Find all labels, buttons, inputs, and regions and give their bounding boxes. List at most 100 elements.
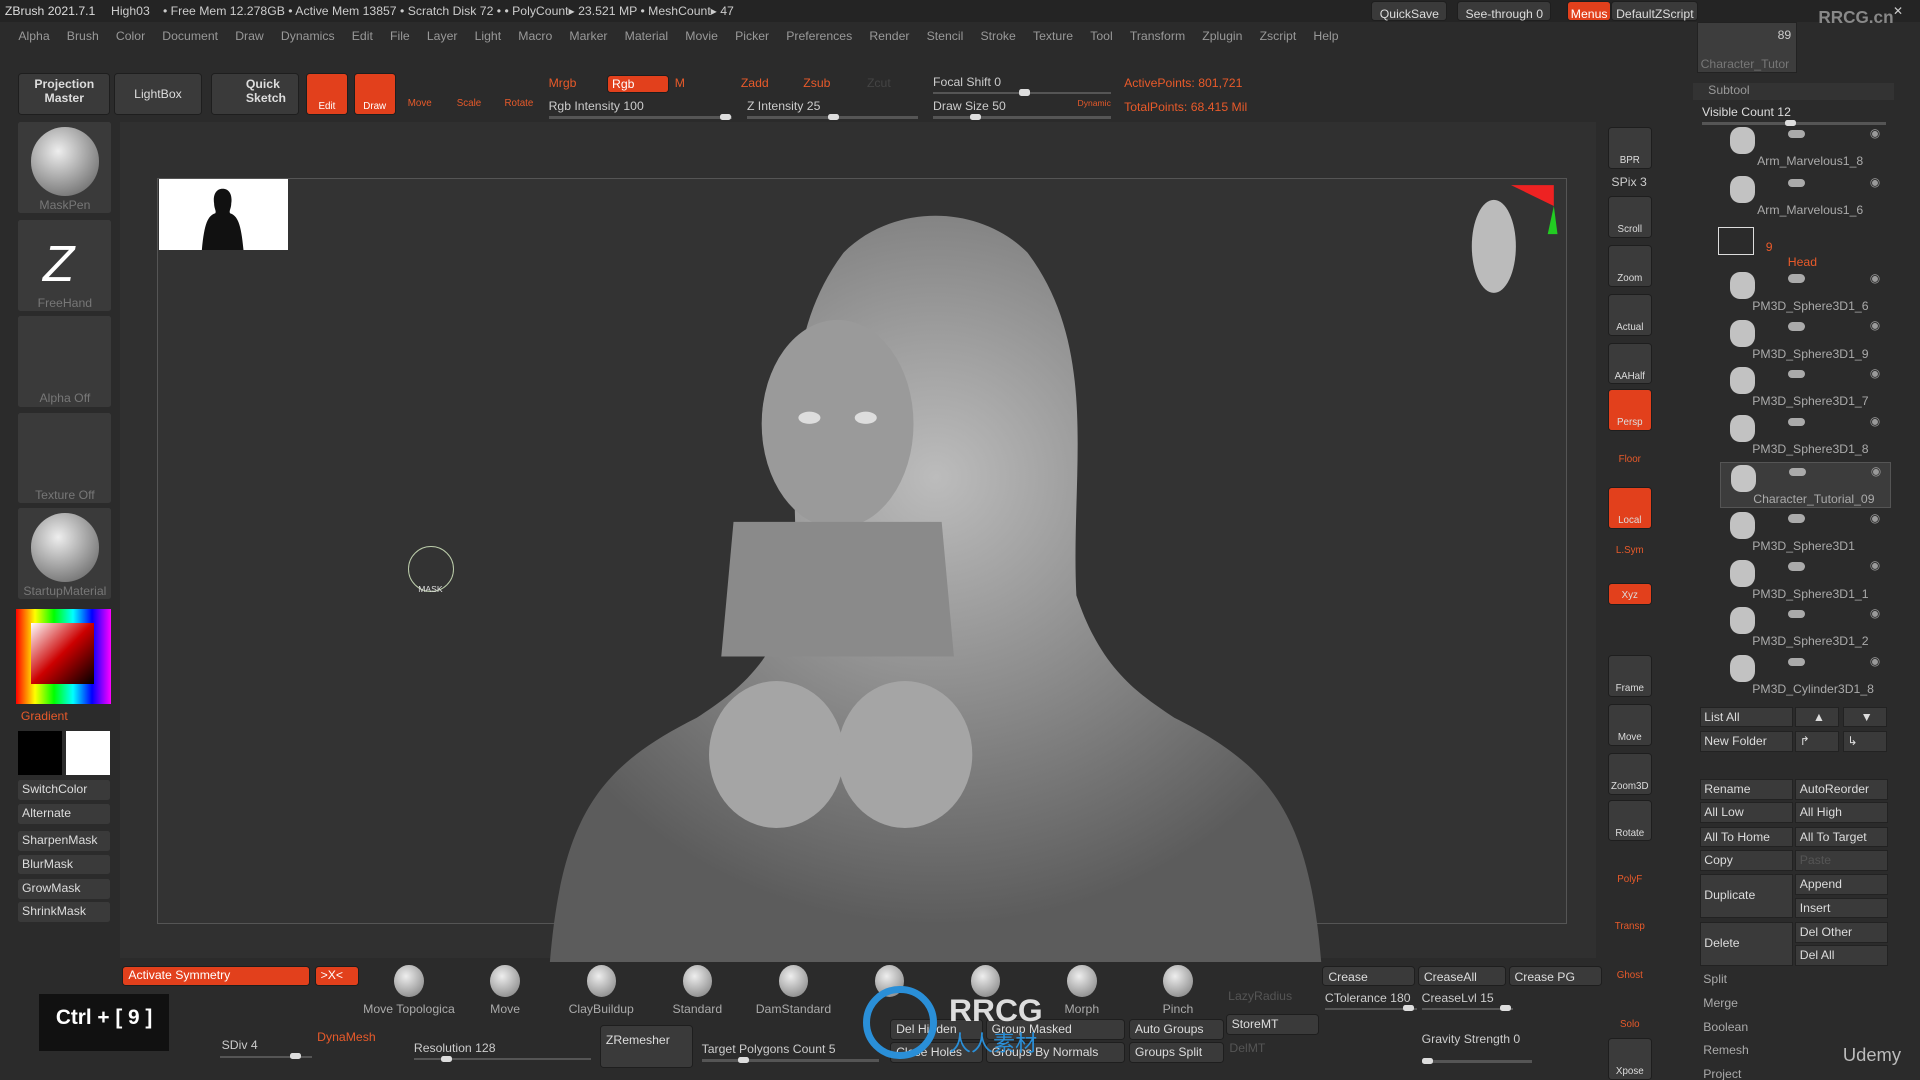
mrgb-button[interactable]: Mrgb: [549, 76, 577, 90]
shelf-solo-button[interactable]: Solo: [1608, 992, 1652, 1034]
subtool-item[interactable]: ◉ PM3D_Sphere3D1_1: [1720, 557, 1889, 601]
menu-item[interactable]: Edit: [352, 29, 373, 43]
polypaint-toggle[interactable]: [1787, 417, 1805, 427]
shelf-xpose-button[interactable]: Xpose: [1607, 1038, 1652, 1080]
brush-slot[interactable]: ClayBuildup: [552, 964, 650, 1016]
menu-item[interactable]: Movie: [685, 29, 718, 43]
subtool-item[interactable]: ◉ Arm_Marvelous1_6: [1720, 174, 1889, 218]
draw-size-slider[interactable]: [933, 113, 1111, 120]
target-polygons-slider[interactable]: [701, 1056, 880, 1063]
shelf-ghost-button[interactable]: Ghost: [1608, 943, 1652, 985]
left-tile-0[interactable]: MaskPen: [18, 122, 112, 214]
menu-item[interactable]: Material: [625, 29, 669, 43]
polypaint-toggle[interactable]: [1787, 514, 1805, 523]
polypaint-toggle[interactable]: [1787, 562, 1805, 571]
arrow-up-icon[interactable]: ▲: [1795, 706, 1840, 728]
storemt-button[interactable]: StoreMT: [1225, 1013, 1319, 1035]
shelf-scroll-button[interactable]: Scroll: [1607, 195, 1652, 238]
eye-icon[interactable]: ◉: [1870, 606, 1881, 620]
left-tile-3[interactable]: Texture Off: [18, 412, 112, 504]
menu-item[interactable]: File: [390, 29, 410, 43]
close-icon[interactable]: ✕: [1893, 0, 1903, 22]
left-button[interactable]: Alternate: [18, 804, 111, 825]
paste-button[interactable]: Paste: [1795, 849, 1889, 871]
shelf-zoom3d-button[interactable]: Zoom3D: [1607, 753, 1652, 795]
auto-groups-button[interactable]: Auto Groups: [1128, 1018, 1225, 1040]
arrow-down-icon[interactable]: ▼: [1842, 706, 1887, 728]
quicksave-button[interactable]: QuickSave: [1371, 1, 1448, 21]
left-tile-1[interactable]: Z FreeHand: [18, 220, 112, 312]
menu-item[interactable]: Color: [116, 29, 145, 43]
left-tile-4[interactable]: StartupMaterial: [18, 508, 112, 599]
menu-item[interactable]: Stroke: [980, 29, 1015, 43]
shelf-zoom-button[interactable]: Zoom: [1607, 244, 1652, 287]
menu-item[interactable]: Marker: [569, 29, 607, 43]
polypaint-toggle[interactable]: [1787, 369, 1805, 379]
shelf-frame-button[interactable]: Frame: [1607, 655, 1652, 697]
resolution-slider[interactable]: [413, 1055, 592, 1062]
subtool-header[interactable]: Subtool: [1693, 83, 1895, 101]
brush-slot[interactable]: Move: [456, 964, 554, 1016]
sdiv-slider[interactable]: [220, 1053, 313, 1060]
eye-icon[interactable]: ◉: [1870, 126, 1881, 140]
ctolerance-slider[interactable]: [1324, 1005, 1417, 1012]
subtool-item[interactable]: ◉ PM3D_Sphere3D1_7: [1720, 365, 1889, 409]
shelf-local-button[interactable]: Local: [1607, 487, 1652, 529]
move-down-icon[interactable]: ↳: [1842, 731, 1887, 752]
move-button[interactable]: Move: [408, 98, 432, 109]
menu-item[interactable]: Render: [869, 29, 909, 43]
eye-icon[interactable]: ◉: [1871, 464, 1882, 478]
rgb-button[interactable]: Rgb: [607, 74, 669, 94]
subtool-item[interactable]: ◉ Character_Tutorial_09: [1720, 461, 1892, 508]
eye-icon[interactable]: ◉: [1870, 271, 1881, 285]
polypaint-toggle[interactable]: [1788, 467, 1806, 477]
brush-slot[interactable]: Standard: [648, 964, 746, 1016]
groups-split-button[interactable]: Groups Split: [1128, 1042, 1225, 1063]
boolean-section[interactable]: Boolean: [1703, 1020, 1748, 1034]
zadd-button[interactable]: Zadd: [741, 76, 769, 90]
folder-icon[interactable]: [1717, 226, 1755, 256]
insert-button[interactable]: Insert: [1795, 897, 1889, 919]
see-through-slider[interactable]: See-through 0: [1457, 1, 1552, 21]
rename-button[interactable]: Rename: [1699, 778, 1793, 800]
delmt-button[interactable]: DelMT: [1229, 1041, 1265, 1055]
menu-item[interactable]: Tool: [1090, 29, 1112, 43]
brush-slot[interactable]: Move Topologica: [360, 964, 458, 1016]
delete-button[interactable]: Delete: [1699, 922, 1793, 967]
crease-pg-button[interactable]: Crease PG: [1508, 966, 1602, 986]
duplicate-button[interactable]: Duplicate: [1699, 874, 1793, 919]
shelf-polyf-button[interactable]: PolyF: [1608, 847, 1652, 889]
gravity-strength-slider[interactable]: [1421, 1057, 1532, 1065]
spix-label[interactable]: SPix 3: [1611, 175, 1646, 189]
menu-item[interactable]: Help: [1313, 29, 1338, 43]
eye-icon[interactable]: ◉: [1870, 511, 1881, 525]
z-intensity-slider[interactable]: [746, 113, 919, 120]
zcut-button[interactable]: Zcut: [867, 76, 891, 90]
project-section[interactable]: Project: [1703, 1067, 1741, 1080]
rotate-button[interactable]: Rotate: [504, 98, 533, 109]
dynamesh-button[interactable]: DynaMesh: [317, 1030, 375, 1044]
zremesher-button[interactable]: ZRemesher: [600, 1024, 694, 1068]
append-button[interactable]: Append: [1795, 874, 1889, 896]
all-to-home-button[interactable]: All To Home: [1699, 826, 1793, 848]
subtool-item[interactable]: ◉ Arm_Marvelous1_8: [1720, 125, 1889, 169]
all-to-target-button[interactable]: All To Target: [1795, 826, 1889, 848]
crease-button[interactable]: Crease: [1322, 966, 1416, 986]
lightbox-button[interactable]: LightBox: [113, 73, 203, 116]
shelf-actual-button[interactable]: Actual: [1607, 293, 1652, 336]
zsub-button[interactable]: Zsub: [803, 76, 830, 90]
shelf-aahalf-button[interactable]: AAHalf: [1607, 342, 1652, 385]
menu-item[interactable]: Stencil: [927, 29, 964, 43]
x-symmetry-button[interactable]: >X<: [314, 966, 359, 986]
menu-item[interactable]: Picker: [735, 29, 769, 43]
polypaint-toggle[interactable]: [1787, 657, 1805, 667]
left-button[interactable]: ShrinkMask: [18, 902, 111, 923]
shelf-transp-button[interactable]: Transp: [1608, 894, 1652, 936]
new-folder-button[interactable]: New Folder: [1699, 731, 1793, 752]
del-all-button[interactable]: Del All: [1795, 945, 1889, 967]
brush-slot[interactable]: Pinch: [1129, 964, 1227, 1016]
shelf-move-button[interactable]: Move: [1607, 704, 1652, 746]
folder-name[interactable]: Head: [1788, 255, 1817, 269]
menu-item[interactable]: Macro: [518, 29, 552, 43]
focal-shift-slider[interactable]: [933, 89, 1111, 96]
